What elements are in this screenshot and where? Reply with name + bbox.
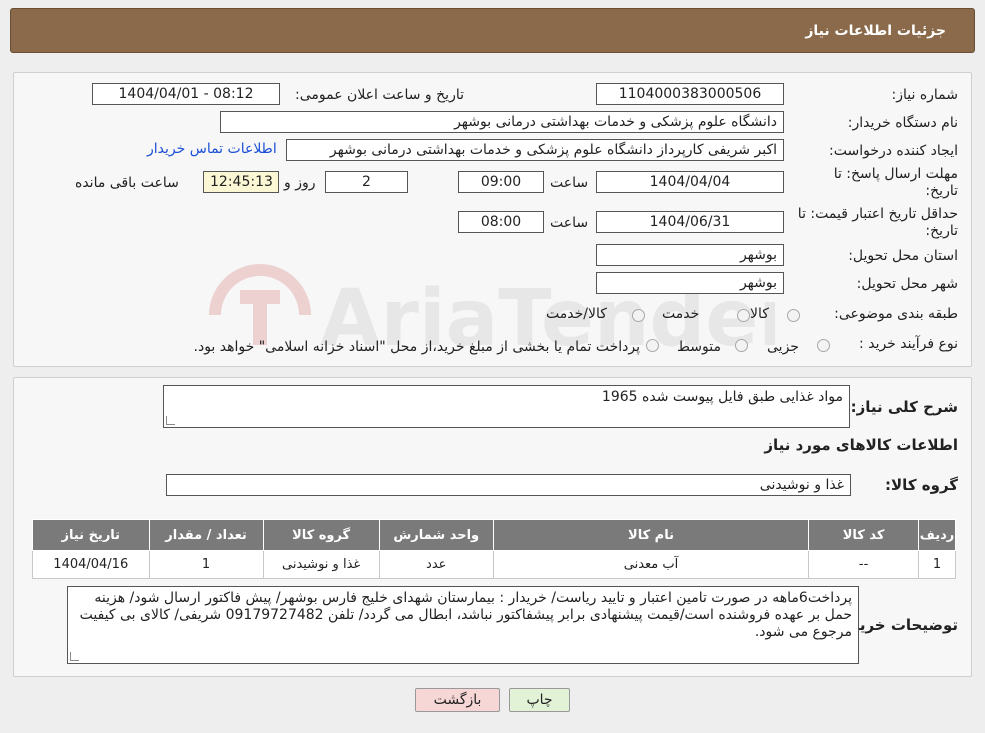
announce-field: 1404/04/01 - 08:12: [92, 83, 280, 105]
category-option-goods: کالا: [750, 306, 769, 322]
cell-item-name: آب معدنی: [492, 550, 810, 579]
validity-time-label: ساعت: [550, 215, 589, 231]
requester-field: اکبر شریفی کارپرداز دانشگاه علوم پزشکی و…: [286, 139, 784, 161]
goods-group-field: غذا و نوشیدنی: [166, 474, 851, 496]
resize-grip-icon[interactable]: [166, 416, 175, 425]
cell-need-date: 1404/04/16: [32, 550, 150, 579]
need-number-label: شماره نیاز:: [891, 87, 959, 103]
contact-buyer-link[interactable]: اطلاعات تماس خریدار: [147, 141, 277, 157]
items-table: ردیف کد کالا نام کالا واحد شمارش گروه کا…: [32, 519, 956, 579]
purchase-option-minor: جزیی: [767, 339, 799, 355]
province-label: استان محل تحویل:: [848, 248, 958, 264]
deadline-time-label: ساعت: [550, 175, 589, 191]
purchase-type-label: نوع فرآیند خرید :: [859, 336, 958, 352]
need-description-label: شرح کلی نیاز:: [850, 398, 958, 416]
category-option-goods-service: کالا/خدمت: [546, 306, 607, 322]
col-quantity: تعداد / مقدار: [148, 519, 264, 551]
resize-grip-icon[interactable]: [70, 652, 79, 661]
need-number-field: 1104000383000506: [596, 83, 784, 105]
category-radio-goods[interactable]: [787, 309, 800, 322]
purchase-radio-treasury[interactable]: [646, 339, 659, 352]
deadline-label: مهلت ارسال پاسخ: تا تاریخ:: [833, 166, 958, 199]
days-label: روز و: [284, 175, 316, 191]
table-header-row: ردیف کد کالا نام کالا واحد شمارش گروه کا…: [32, 519, 956, 551]
city-field: بوشهر: [596, 272, 784, 294]
province-field: بوشهر: [596, 244, 784, 266]
city-label: شهر محل تحویل:: [856, 276, 958, 292]
buyer-org-field: دانشگاه علوم پزشکی و خدمات بهداشتی درمان…: [220, 111, 784, 133]
col-need-date: تاریخ نیاز: [32, 519, 150, 551]
purchase-radio-medium[interactable]: [735, 339, 748, 352]
col-goods-group: گروه کالا: [262, 519, 380, 551]
category-option-service: خدمت: [662, 306, 700, 322]
print-button[interactable]: چاپ: [509, 688, 570, 712]
cell-quantity: 1: [148, 550, 264, 579]
days-field: 2: [325, 171, 408, 193]
items-section-title: اطلاعات کالاهای مورد نیاز: [764, 436, 958, 454]
requester-label: ایجاد کننده درخواست:: [829, 143, 958, 159]
deadline-date-field: 1404/04/04: [596, 171, 784, 193]
goods-group-label: گروه کالا:: [885, 476, 958, 494]
page-header: جزئیات اطلاعات نیاز: [10, 8, 975, 53]
buyer-notes-text: پرداخت6ماهه در صورت تامین اعتبار و تایید…: [79, 590, 852, 640]
back-button[interactable]: بازگشت: [415, 688, 500, 712]
validity-time-field: 08:00: [458, 211, 544, 233]
remaining-time-field: 12:45:13: [203, 171, 279, 193]
cell-unit: عدد: [378, 550, 494, 579]
col-unit: واحد شمارش: [378, 519, 494, 551]
page-title: جزئیات اطلاعات نیاز: [805, 23, 946, 39]
category-radio-service[interactable]: [737, 309, 750, 322]
need-description-text: مواد غذایی طبق فایل پیوست شده 1965: [601, 389, 843, 405]
category-radio-goods-service[interactable]: [632, 309, 645, 322]
cell-item-code: --: [808, 550, 920, 579]
announce-label: تاریخ و ساعت اعلان عمومی:: [295, 87, 464, 103]
deadline-time-field: 09:00: [458, 171, 544, 193]
validity-label: حداقل تاریخ اعتبار قیمت: تا تاریخ:: [797, 206, 958, 239]
col-item-name: نام کالا: [492, 519, 810, 551]
purchase-radio-minor[interactable]: [817, 339, 830, 352]
purchase-option-medium: متوسط: [677, 339, 721, 355]
buyer-notes-field: پرداخت6ماهه در صورت تامین اعتبار و تایید…: [67, 586, 859, 664]
cell-goods-group: غذا و نوشیدنی: [262, 550, 380, 579]
table-row[interactable]: 1 -- آب معدنی عدد غذا و نوشیدنی 1 1404/0…: [32, 550, 956, 579]
buyer-org-label: نام دستگاه خریدار:: [847, 115, 958, 131]
cell-row-number: 1: [918, 550, 956, 579]
purchase-note: پرداخت تمام یا بخشی از مبلغ خرید،از محل …: [193, 339, 640, 355]
col-item-code: کد کالا: [808, 519, 920, 551]
remaining-label: ساعت باقی مانده: [75, 175, 179, 191]
validity-date-field: 1404/06/31: [596, 211, 784, 233]
need-description-field: مواد غذایی طبق فایل پیوست شده 1965: [163, 385, 850, 428]
col-row-number: ردیف: [918, 519, 956, 551]
category-label: طبقه بندی موضوعی:: [834, 306, 958, 322]
